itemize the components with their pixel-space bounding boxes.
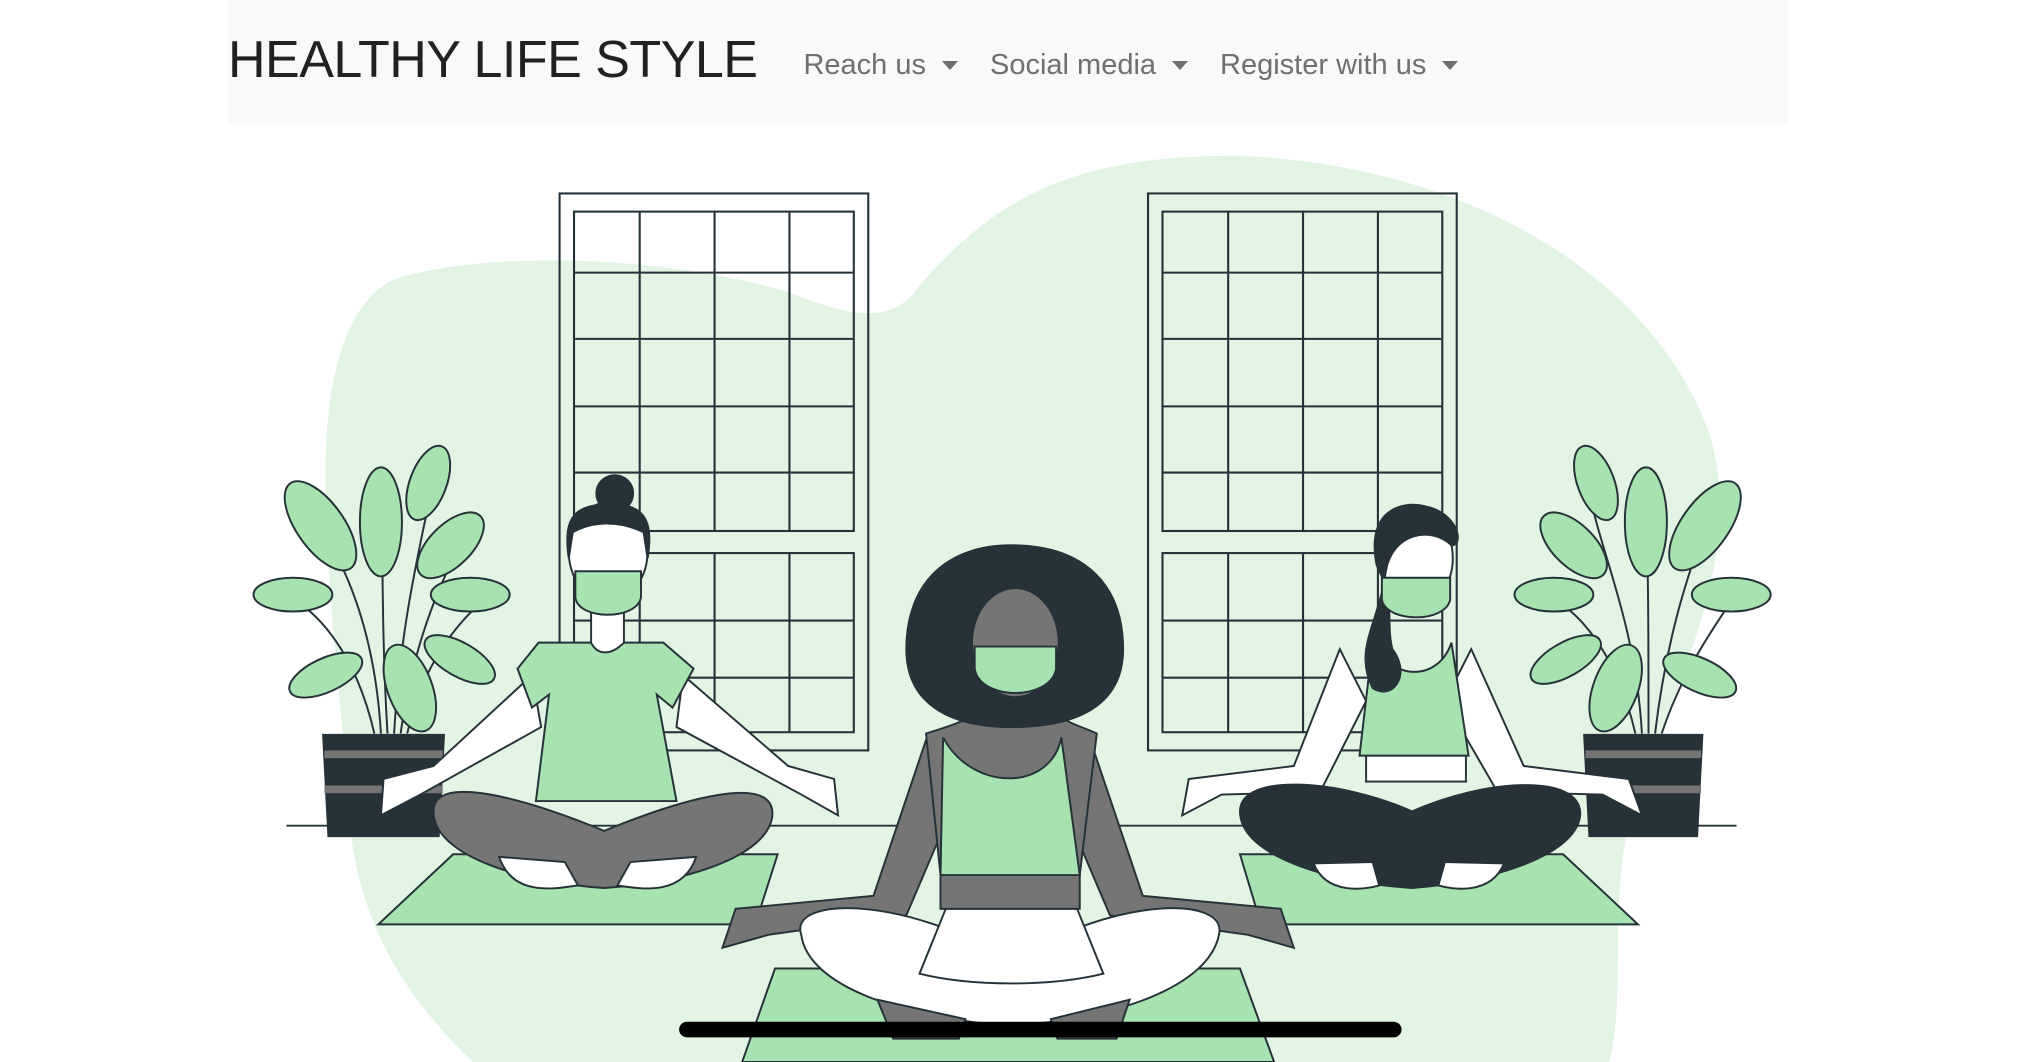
navbar: HEALTHY LIFE STYLE Reach us Social media… (228, 0, 1788, 125)
caret-down-icon (942, 61, 958, 70)
nav-label: Social media (990, 49, 1157, 81)
nav-dropdown-social-media[interactable]: Social media (990, 49, 1189, 82)
nav-label: Reach us (803, 49, 926, 81)
nav-dropdown-register[interactable]: Register with us (1220, 49, 1459, 82)
nav-dropdown-reach-us[interactable]: Reach us (803, 49, 958, 82)
caret-down-icon (1442, 61, 1459, 70)
nav-label: Register with us (1220, 49, 1427, 81)
brand-title[interactable]: HEALTHY LIFE STYLE (228, 30, 758, 90)
caret-down-icon (1172, 61, 1189, 70)
yoga-meditation-illustration (252, 155, 1772, 1062)
home-indicator-bar[interactable] (679, 1021, 1402, 1038)
